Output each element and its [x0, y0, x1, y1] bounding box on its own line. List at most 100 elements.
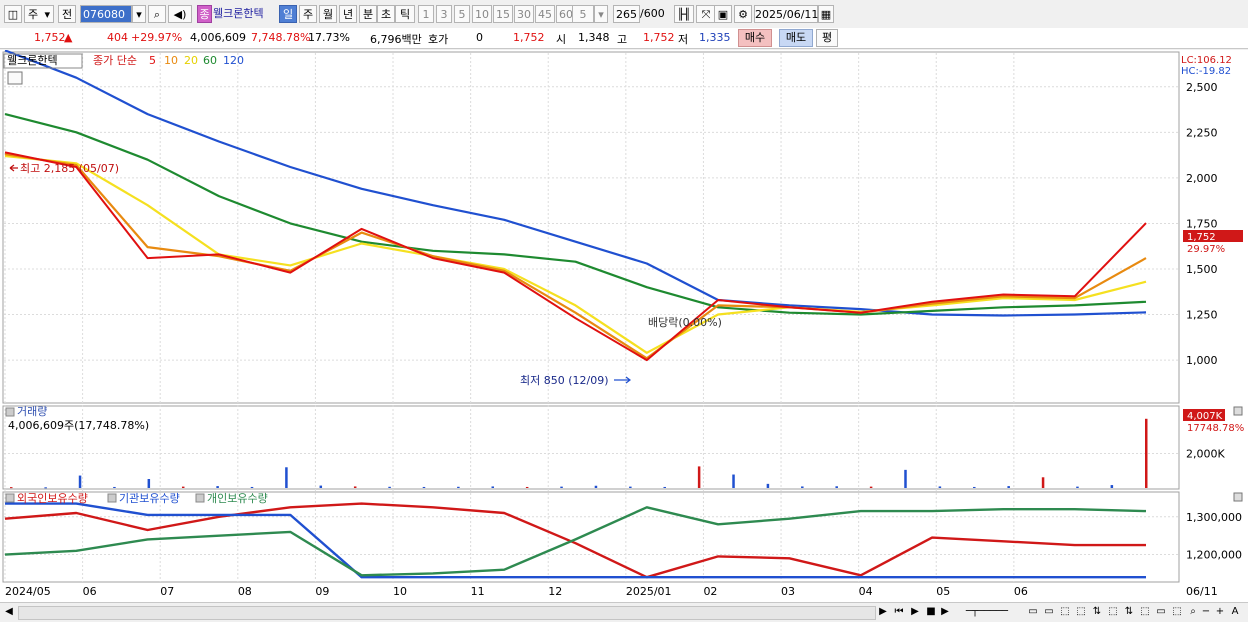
close-icon[interactable] [1233, 406, 1243, 416]
rewind-icon[interactable]: ⏮ [892, 605, 906, 619]
volume-bar [560, 486, 563, 488]
price-change: 404 [107, 31, 128, 44]
y-tick-label: 2,000K [1186, 447, 1225, 460]
volume-bar [388, 486, 391, 488]
current-price: 1,752 [34, 31, 66, 44]
buy-button[interactable]: 매수 [738, 29, 772, 47]
volume-panel-title: 거래량 [17, 405, 47, 418]
high-annotation: 최고 2,185 (05/07) [20, 162, 119, 175]
legend-foreign: 외국인보유수량 [17, 492, 88, 505]
x-tick-label: 11 [471, 585, 485, 598]
y-tick-label: 2,000 [1186, 172, 1218, 185]
fit-icon[interactable]: ⬚ [1074, 605, 1088, 619]
volume-bar [285, 467, 288, 488]
date-input[interactable]: 2025/06/11 [754, 5, 818, 23]
scale-icon[interactable]: ⬚ [1058, 605, 1072, 619]
layout-icon[interactable]: ▭ [1042, 605, 1056, 619]
data-count-total: /600 [640, 7, 665, 20]
volume-bar [697, 466, 701, 488]
chevron-down-icon: ▾ [44, 8, 50, 21]
interval-10[interactable]: 10 [472, 5, 492, 23]
data-count-input[interactable]: 265 [613, 5, 640, 23]
scroll-right-icon[interactable]: ▶ [876, 605, 890, 619]
chart-settings-icon[interactable]: ◫ [4, 5, 22, 23]
layout-icon[interactable]: ▭ [1026, 605, 1040, 619]
chevron-down-icon[interactable]: ▾ [132, 5, 146, 23]
speaker-icon[interactable]: ◀) [168, 5, 192, 23]
play-icon[interactable]: ▶ [908, 605, 922, 619]
calendar-icon[interactable]: ▦ [818, 5, 834, 23]
tab-week[interactable]: 주 [299, 5, 317, 23]
volume-bar [10, 487, 13, 489]
tab-second[interactable]: 초 [377, 5, 395, 23]
zoom-out-icon[interactable]: − [1200, 605, 1212, 619]
volume-bar [938, 486, 942, 488]
high-label: 고 [617, 33, 628, 46]
scale-icon[interactable]: ⬚ [1170, 605, 1184, 619]
interval-3[interactable]: 3 [436, 5, 452, 23]
horizontal-scrollbar[interactable] [18, 606, 876, 620]
x-tick-label: 09 [315, 585, 329, 598]
high-price: 1,752 [643, 31, 675, 44]
interval-1[interactable]: 1 [418, 5, 434, 23]
forward-icon[interactable]: ▶ [938, 605, 952, 619]
crosshair-icon[interactable]: ⤧ [696, 5, 716, 23]
table-icon[interactable] [7, 71, 23, 85]
sell-button[interactable]: 매도 [779, 29, 813, 47]
toolbar: ◫ 주 ▾ 전 076080 ▾ ⌕ ◀) 종 웰크론한텍 일 주 월 년 분 초… [0, 0, 1248, 29]
volume-panel-marker [5, 407, 15, 417]
tab-minute[interactable]: 분 [359, 5, 377, 23]
scroll-left-icon[interactable]: ◀ [2, 605, 16, 619]
x-tick-label: 06/11 [1186, 585, 1218, 598]
y-tick-label: 2,500 [1186, 81, 1218, 94]
tab-year[interactable]: 년 [339, 5, 357, 23]
sort-icon[interactable]: ⇅ [1122, 605, 1136, 619]
ma60-label: 60 [203, 54, 217, 67]
y-tick-label: 2,250 [1186, 126, 1218, 139]
avg-button[interactable]: 평 [816, 29, 838, 47]
zoom-in-icon[interactable]: + [1214, 605, 1226, 619]
interval-5[interactable]: 5 [454, 5, 470, 23]
last-change-tag: 29.97% [1187, 244, 1225, 255]
tab-tick[interactable]: 틱 [395, 5, 415, 23]
candle-type-icon[interactable]: ╟╢ [674, 5, 694, 23]
interval-15[interactable]: 15 [493, 5, 513, 23]
y-tick-label: 1,500 [1186, 263, 1218, 276]
x-tick-label: 2024/05 [5, 585, 51, 598]
chevron-down-icon[interactable]: ▾ [594, 5, 608, 23]
stock-code-input[interactable]: 076080 [80, 5, 132, 23]
tab-day[interactable]: 일 [279, 5, 297, 23]
volume-info: 4,006,609주(17,748.78%) [8, 419, 149, 432]
fit-icon[interactable]: ⬚ [1138, 605, 1152, 619]
gear-icon[interactable]: ⚙ [734, 5, 752, 23]
interval-45[interactable]: 45 [535, 5, 555, 23]
x-tick-label: 05 [936, 585, 950, 598]
layout-icon[interactable]: ▭ [1154, 605, 1168, 619]
save-icon[interactable]: ▣ [714, 5, 732, 23]
scale-icon[interactable]: ⬚ [1106, 605, 1120, 619]
legend-institution: 기관보유수량 [119, 492, 180, 505]
volume-bar [491, 486, 495, 488]
x-tick-label: 03 [781, 585, 795, 598]
tab-month[interactable]: 월 [319, 5, 337, 23]
volume-last-tag-text: 4,007K [1187, 411, 1223, 422]
volume-bar [1145, 418, 1148, 488]
period-unit-select[interactable]: 주 ▾ [24, 5, 54, 23]
interval-30[interactable]: 30 [514, 5, 534, 23]
volume-last-pct: 17748.78% [1187, 423, 1244, 434]
sort-icon[interactable]: ⇅ [1090, 605, 1104, 619]
font-size-icon[interactable]: A [1228, 605, 1242, 619]
search-icon[interactable]: ⌕ [1186, 605, 1200, 619]
interval-custom-input[interactable]: 5 [572, 5, 594, 23]
volume-bar [835, 486, 838, 488]
zoom-slider[interactable]: ─┬───── [952, 605, 1022, 619]
search-icon[interactable]: ⌕ [148, 5, 166, 23]
volume-bar [973, 486, 976, 488]
close-icon[interactable] [1233, 492, 1243, 502]
chart-svg: 2024/05 06 07 08 09 10 11 12 2025/01 02 03 04 05 06 06… [0, 49, 1248, 603]
quote-bar: 1,752 ▲ 404 +29.97% 4,006,609 7,748.78% … [0, 28, 1248, 49]
ma5-label: 5 [149, 54, 156, 67]
prev-button[interactable]: 전 [58, 5, 76, 23]
stop-icon[interactable]: ■ [924, 605, 938, 619]
chart-area: 2024/05 06 07 08 09 10 11 12 2025/01 02 03 04 05 06 06… [0, 49, 1248, 603]
